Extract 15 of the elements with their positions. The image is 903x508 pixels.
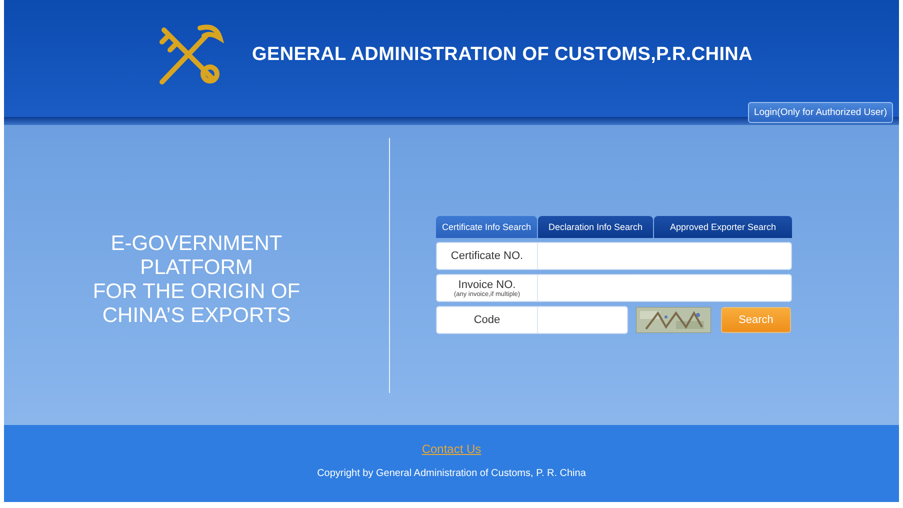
field-label: Invoice NO. <box>458 278 516 290</box>
copyright-text: Copyright by General Administration of Customs, P. R. China <box>317 468 586 479</box>
form-field[interactable]: Code <box>436 306 628 334</box>
header-title: GENERAL ADMINISTRATION OF CUSTOMS,P.R.CHINA <box>252 44 753 66</box>
platform-title-line: PLATFORM <box>140 256 253 280</box>
search-tab[interactable]: Approved Exporter Search <box>654 216 792 238</box>
platform-title-line: CHINA’S EXPORTS <box>102 304 291 328</box>
field-label: Code <box>474 314 500 326</box>
search-tab[interactable]: Declaration Info Search <box>538 216 653 238</box>
login-button[interactable]: Login(Only for Authorized User) <box>748 102 893 123</box>
search-tab[interactable]: Certificate Info Search <box>436 216 537 238</box>
form-field[interactable]: Certificate NO. <box>436 242 792 270</box>
platform-title-line: E-GOVERNMENT <box>110 232 282 256</box>
platform-title-line: FOR THE ORIGIN OF <box>92 280 300 304</box>
field-label: Certificate NO. <box>450 250 524 262</box>
